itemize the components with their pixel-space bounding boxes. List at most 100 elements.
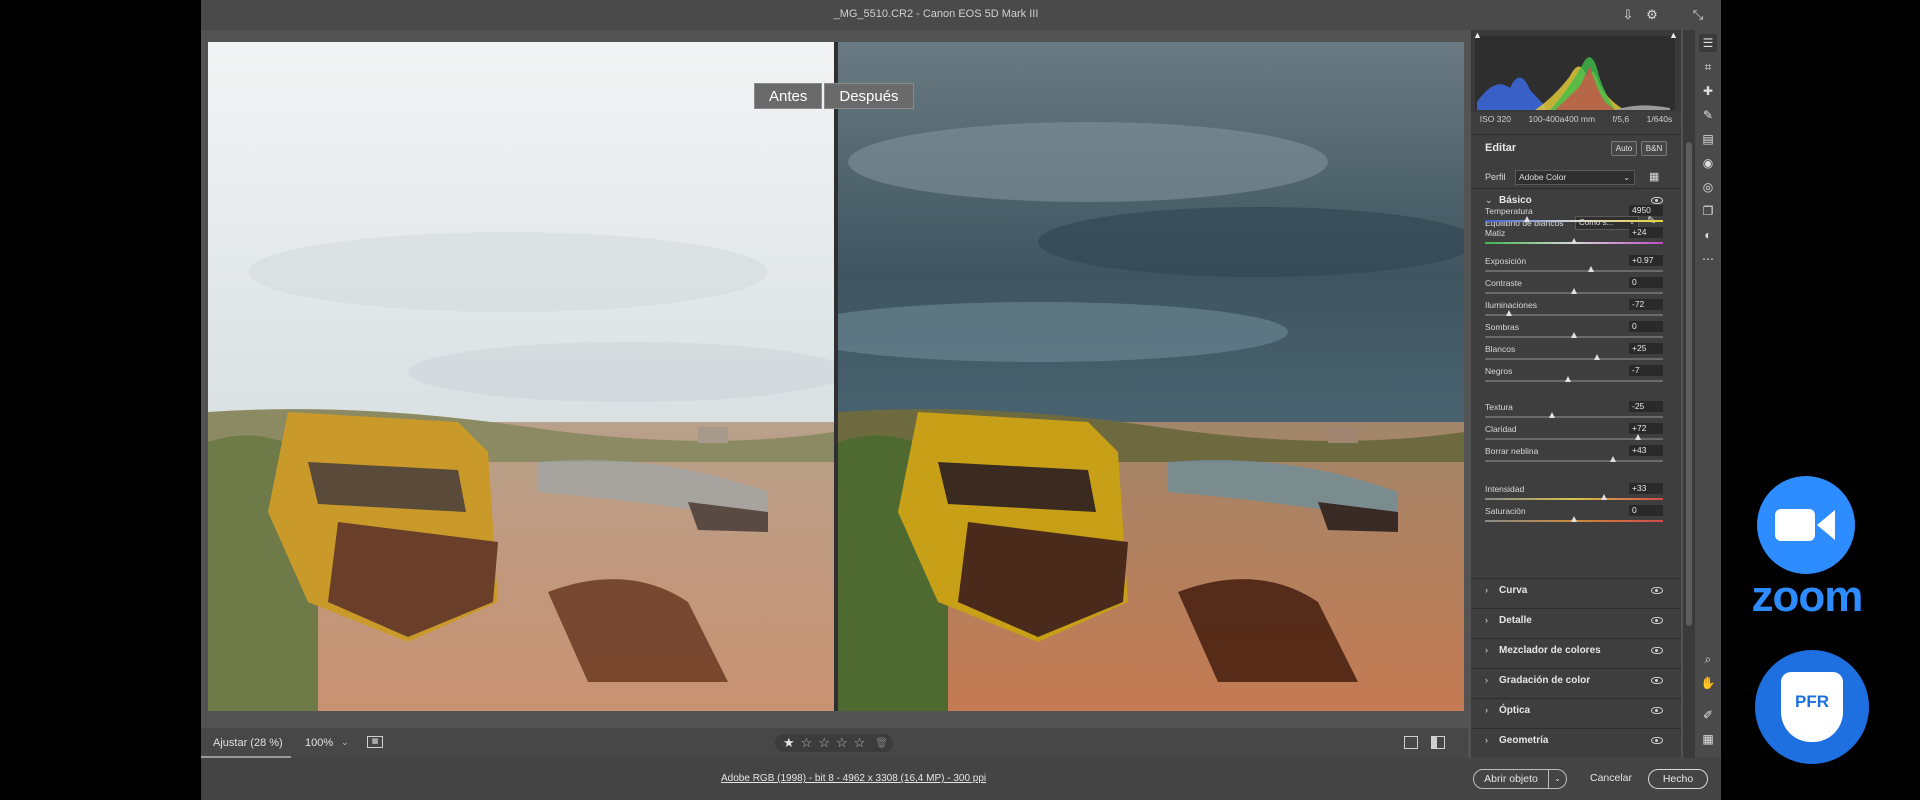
eye-icon[interactable] <box>1651 707 1663 714</box>
slider-thumb[interactable] <box>1570 288 1577 294</box>
highlight-clip-icon[interactable]: ▲ <box>1669 30 1678 40</box>
panel-scrollbar[interactable] <box>1683 30 1695 758</box>
eye-icon[interactable] <box>1651 677 1663 684</box>
slider-thumb[interactable] <box>1588 266 1595 272</box>
collapse-icon[interactable]: ⤡ <box>1689 6 1707 24</box>
color-sampler-icon[interactable]: ✐ <box>1699 706 1717 724</box>
slider-row[interactable]: Saturación 0 <box>1485 505 1663 528</box>
eye-icon[interactable] <box>1651 587 1663 594</box>
star-icon[interactable]: ☆ <box>818 734 830 752</box>
slider-track[interactable] <box>1485 270 1663 272</box>
radial-gradient-icon[interactable]: ◉ <box>1699 154 1717 172</box>
linear-gradient-icon[interactable]: ▤ <box>1699 130 1717 148</box>
slider-track[interactable] <box>1485 380 1663 382</box>
slider-row[interactable]: Claridad +72 <box>1485 423 1663 446</box>
slider-track[interactable] <box>1485 220 1663 222</box>
workflow-options-link[interactable]: Adobe RGB (1998) - bit 8 - 4962 x 3308 (… <box>721 773 986 784</box>
star-icon[interactable]: ☆ <box>836 734 848 752</box>
slider-value-field[interactable]: +24 <box>1629 227 1663 238</box>
eye-icon[interactable] <box>1651 617 1663 624</box>
section-row[interactable]: › Óptica <box>1471 698 1681 722</box>
slider-thumb[interactable] <box>1570 238 1577 244</box>
slider-row[interactable]: Contraste 0 <box>1485 277 1663 300</box>
slider-thumb[interactable] <box>1609 456 1616 462</box>
slider-value-field[interactable]: 0 <box>1629 505 1663 516</box>
slider-track[interactable] <box>1485 416 1663 418</box>
gear-icon[interactable]: ⚙ <box>1643 6 1661 24</box>
slider-value-field[interactable]: +0.97 <box>1629 255 1663 266</box>
brush-icon[interactable]: ✎ <box>1699 106 1717 124</box>
slider-value-field[interactable]: -25 <box>1629 401 1663 412</box>
slider-row[interactable]: Temperatura 4950 <box>1485 205 1663 228</box>
healing-icon[interactable]: ✚ <box>1699 82 1717 100</box>
slider-thumb[interactable] <box>1570 516 1577 522</box>
open-options-chevron-icon[interactable]: ⌄ <box>1549 769 1567 789</box>
slider-value-field[interactable]: +43 <box>1629 445 1663 456</box>
shadow-clip-icon[interactable]: ▲ <box>1473 30 1482 40</box>
open-object-button[interactable]: Abrir objeto <box>1473 769 1549 789</box>
slider-row[interactable]: Blancos +25 <box>1485 343 1663 366</box>
slider-thumb[interactable] <box>1634 434 1641 440</box>
eye-icon[interactable] <box>1651 737 1663 744</box>
slider-thumb[interactable] <box>1506 310 1513 316</box>
slider-thumb[interactable] <box>1600 494 1607 500</box>
section-row[interactable]: › Mezclador de colores <box>1471 638 1681 662</box>
slider-track[interactable] <box>1485 498 1663 500</box>
section-row[interactable]: › Curva <box>1471 578 1681 602</box>
done-button[interactable]: Hecho <box>1648 769 1708 789</box>
filmstrip-icon[interactable]: ▦ <box>367 736 383 748</box>
slider-row[interactable]: Matiz +24 <box>1485 227 1663 250</box>
snapshots-icon[interactable]: ❐ <box>1699 202 1717 220</box>
trash-icon[interactable]: 🗑 <box>875 738 888 749</box>
slider-value-field[interactable]: +72 <box>1629 423 1663 434</box>
zoom-fit-button[interactable]: Ajustar (28 %) <box>201 728 291 758</box>
slider-track[interactable] <box>1485 460 1663 462</box>
zoom-tool-icon[interactable]: ⌕ <box>1699 650 1717 668</box>
slider-value-field[interactable]: 0 <box>1629 277 1663 288</box>
slider-thumb[interactable] <box>1565 376 1572 382</box>
slider-value-field[interactable]: +33 <box>1629 483 1663 494</box>
hand-tool-icon[interactable]: ✋ <box>1699 674 1717 692</box>
section-row[interactable]: › Detalle <box>1471 608 1681 632</box>
auto-button[interactable]: Auto <box>1611 141 1637 156</box>
slider-value-field[interactable]: -72 <box>1629 299 1663 310</box>
slider-track[interactable] <box>1485 358 1663 360</box>
slider-row[interactable]: Exposición +0.97 <box>1485 255 1663 278</box>
slider-thumb[interactable] <box>1549 412 1556 418</box>
chevron-down-icon[interactable]: ⌄ <box>341 737 349 748</box>
slider-value-field[interactable]: -7 <box>1629 365 1663 376</box>
section-row[interactable]: › Geometría <box>1471 728 1681 752</box>
slider-row[interactable]: Intensidad +33 <box>1485 483 1663 506</box>
presets-icon[interactable]: ◐ <box>1699 226 1717 244</box>
profile-select[interactable]: Adobe Color ⌄ <box>1515 170 1635 185</box>
image-preview[interactable]: Antes Después <box>208 42 1464 711</box>
before-after-view-icon[interactable] <box>1431 736 1445 749</box>
crop-icon[interactable]: ⌗ <box>1699 58 1717 76</box>
slider-value-field[interactable]: +25 <box>1629 343 1663 354</box>
slider-row[interactable]: Borrar neblina +43 <box>1485 445 1663 468</box>
eye-icon[interactable] <box>1651 647 1663 654</box>
slider-value-field[interactable]: 4950 <box>1629 205 1663 216</box>
red-eye-icon[interactable]: ◎ <box>1699 178 1717 196</box>
grid-icon[interactable]: ▦ <box>1699 730 1717 748</box>
slider-thumb[interactable] <box>1570 332 1577 338</box>
slider-row[interactable]: Sombras 0 <box>1485 321 1663 344</box>
slider-thumb[interactable] <box>1593 354 1600 360</box>
slider-value-field[interactable]: 0 <box>1629 321 1663 332</box>
star-icon[interactable]: ★ <box>783 734 795 752</box>
edit-sliders-icon[interactable]: ☰ <box>1699 34 1717 52</box>
after-label[interactable]: Después <box>824 83 914 109</box>
bw-button[interactable]: B&N <box>1641 141 1667 156</box>
scroll-thumb[interactable] <box>1686 142 1692 626</box>
rating-stars[interactable]: ★ ☆ ☆ ☆ ☆ 🗑 <box>775 734 893 752</box>
star-icon[interactable]: ☆ <box>854 734 866 752</box>
slider-row[interactable]: Textura -25 <box>1485 401 1663 424</box>
section-row[interactable]: › Gradación de color <box>1471 668 1681 692</box>
single-view-icon[interactable] <box>1404 736 1418 749</box>
star-icon[interactable]: ☆ <box>801 734 813 752</box>
slider-row[interactable]: Negros -7 <box>1485 365 1663 388</box>
eye-icon[interactable] <box>1651 197 1663 204</box>
before-label[interactable]: Antes <box>754 83 823 109</box>
slider-row[interactable]: Iluminaciones -72 <box>1485 299 1663 322</box>
slider-thumb[interactable] <box>1524 216 1531 222</box>
